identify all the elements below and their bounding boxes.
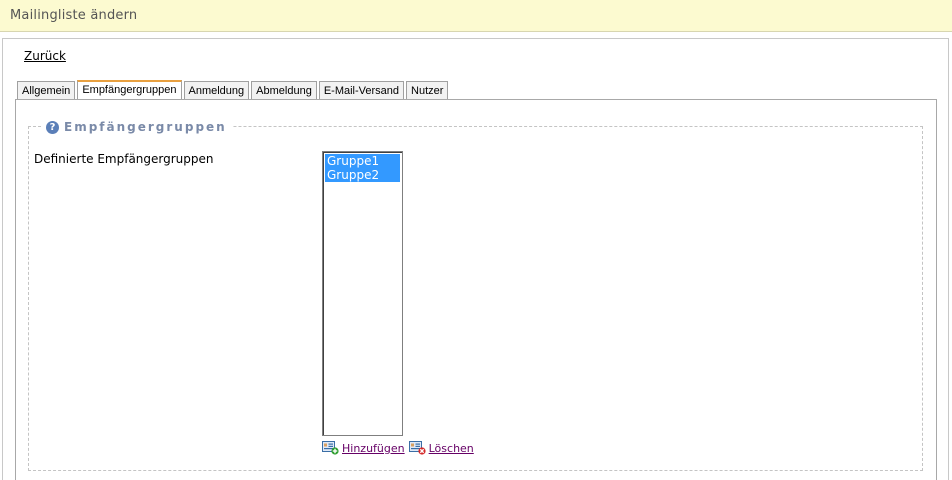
legend-text: Empfängergruppen (64, 120, 227, 134)
add-group-icon (322, 441, 339, 455)
delete-group-label[interactable]: Löschen (429, 442, 474, 455)
add-group-button[interactable]: Hinzufügen (322, 441, 405, 455)
list-item[interactable]: Gruppe2 (325, 168, 400, 182)
header-bar: Mailingliste ändern (0, 0, 952, 32)
tab-abmeldung[interactable]: Abmeldung (251, 81, 317, 100)
tab-anmeldung[interactable]: Anmeldung (183, 81, 250, 100)
help-icon[interactable]: ? (46, 120, 59, 134)
tab-allgemein[interactable]: Allgemein (17, 81, 76, 100)
add-group-label[interactable]: Hinzufügen (342, 442, 405, 455)
back-link[interactable]: Zurück (24, 49, 66, 63)
tab-empfaengergruppen[interactable]: Empfängergruppen (77, 80, 182, 100)
fieldset-legend: ? Empfängergruppen (42, 119, 233, 135)
page-title: Mailingliste ändern (10, 8, 138, 23)
tab-email-versand[interactable]: E-Mail-Versand (318, 81, 405, 100)
tab-nutzer[interactable]: Nutzer (406, 81, 449, 100)
list-item[interactable]: Gruppe1 (325, 154, 400, 168)
list-actions: Hinzufügen Löschen (322, 440, 478, 456)
tab-bar: Allgemein Empfängergruppen Anmeldung Abm… (17, 80, 449, 100)
defined-groups-label: Definierte Empfängergruppen (34, 152, 214, 166)
delete-group-button[interactable]: Löschen (408, 441, 474, 455)
recipient-groups-listbox[interactable]: Gruppe1 Gruppe2 (322, 151, 403, 436)
delete-group-icon (408, 441, 426, 455)
page: Mailingliste ändern Zurück Allgemein Emp… (0, 0, 952, 480)
recipient-groups-fieldset (28, 126, 923, 471)
